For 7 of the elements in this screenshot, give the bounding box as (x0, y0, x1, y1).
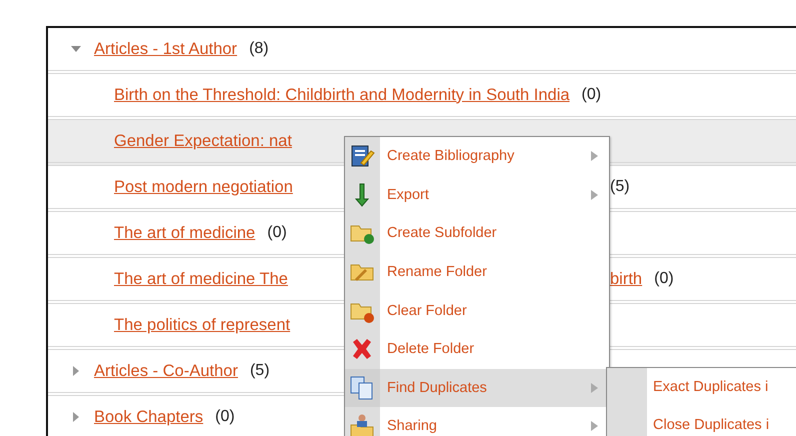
item-count: (0) (215, 408, 235, 426)
item-count: (5) (250, 362, 270, 380)
item-count: (0) (582, 86, 602, 104)
item-count: (0) (267, 224, 287, 242)
item-count: (8) (249, 40, 269, 58)
item-count: (5) (610, 178, 630, 196)
item-count: (0) (654, 270, 674, 288)
